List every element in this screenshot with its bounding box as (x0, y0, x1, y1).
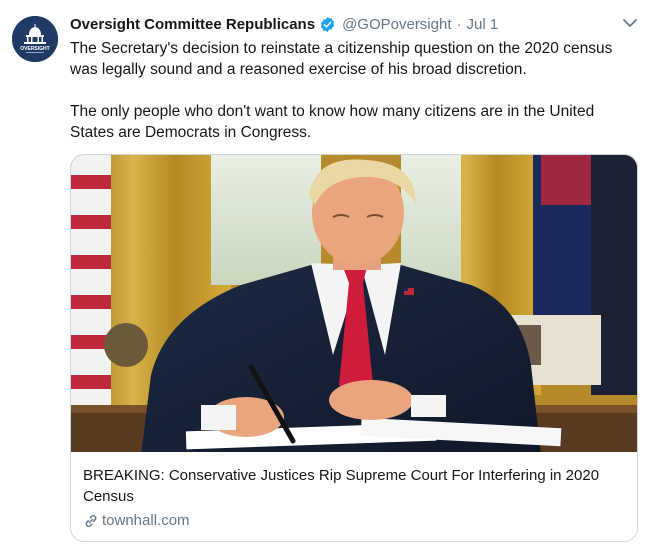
user-handle[interactable]: @GOPoversight (342, 16, 451, 33)
tweet-header: Oversight Committee Republicans @GOPover… (70, 13, 635, 35)
tweet-date[interactable]: Jul 1 (467, 16, 499, 33)
logo-text: OVERSIGHT (20, 46, 49, 52)
card-domain-text: townhall.com (102, 512, 190, 529)
card-title[interactable]: BREAKING: Conservative Justices Rip Supr… (83, 465, 623, 507)
link-preview-card[interactable]: BREAKING: Conservative Justices Rip Supr… (70, 154, 638, 542)
tweet-paragraph-1: The Secretary's decision to reinstate a … (70, 40, 613, 78)
tweet-text: The Secretary's decision to reinstate a … (70, 38, 640, 143)
display-name[interactable]: Oversight Committee Republicans (70, 16, 315, 33)
separator-dot: · (456, 15, 462, 33)
tweet-paragraph-2: The only people who don't want to know h… (70, 103, 595, 141)
card-image-photo[interactable] (71, 155, 637, 452)
verified-badge-icon (319, 16, 336, 33)
card-domain[interactable]: townhall.com (83, 512, 190, 529)
more-options-chevron-down-icon[interactable] (621, 14, 639, 32)
avatar[interactable]: OVERSIGHT (12, 16, 58, 62)
link-icon (85, 514, 97, 527)
oversight-logo: OVERSIGHT (12, 16, 58, 62)
